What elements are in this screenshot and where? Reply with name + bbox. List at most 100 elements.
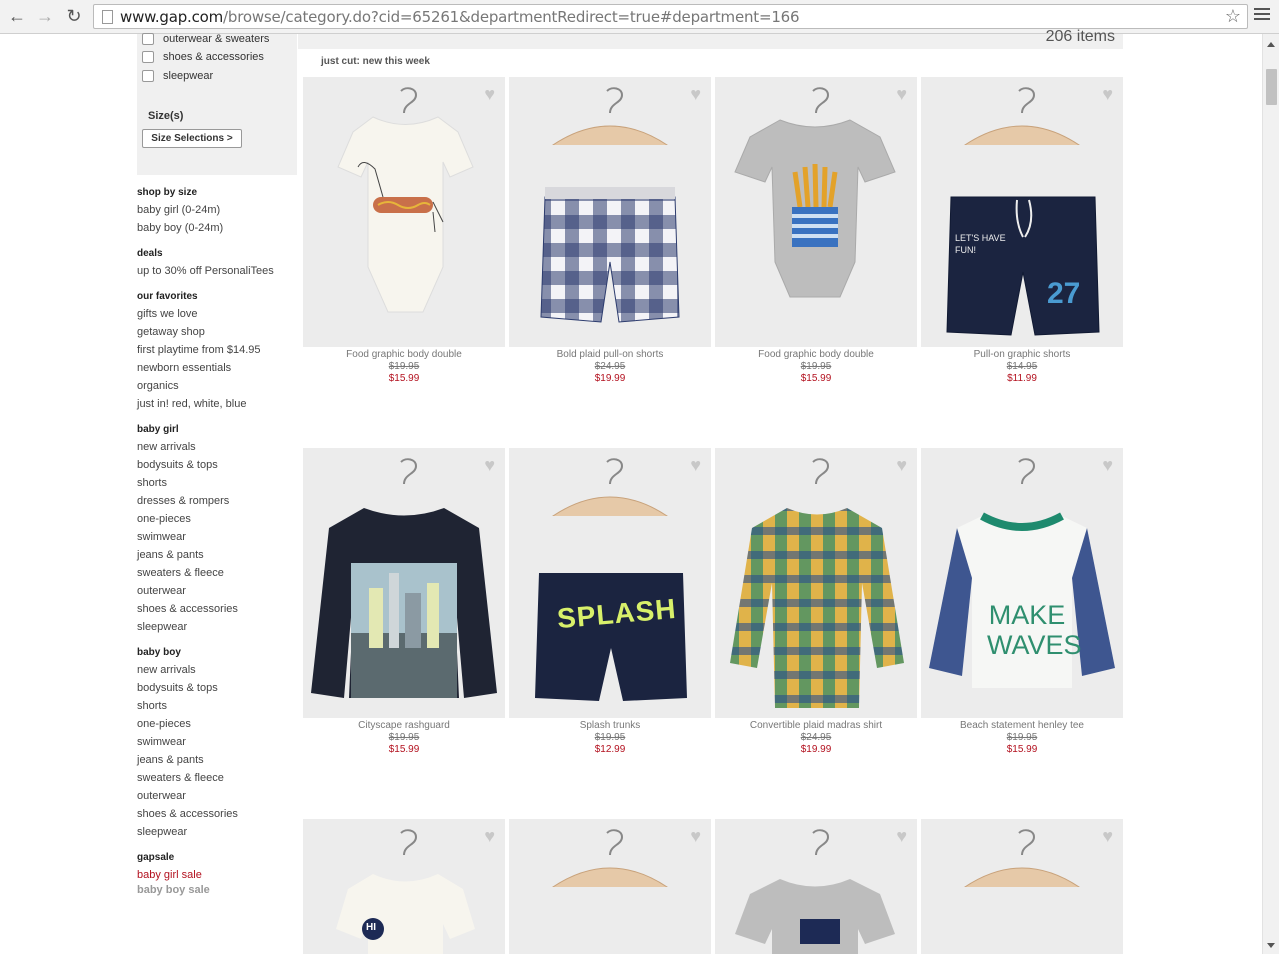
old-price: $24.95 bbox=[594, 361, 626, 372]
link-personalitees[interactable]: up to 30% off PersonaliTees bbox=[137, 265, 274, 277]
hanger-icon bbox=[552, 458, 668, 516]
hanger-icon bbox=[552, 829, 668, 887]
sidebar-link[interactable]: shorts bbox=[137, 477, 167, 489]
checkbox[interactable] bbox=[142, 51, 154, 63]
product-tile[interactable]: HI ♥ bbox=[303, 819, 505, 954]
product-name[interactable]: Pull-on graphic shorts bbox=[921, 349, 1123, 360]
sidebar-link[interactable]: shorts bbox=[137, 700, 167, 712]
back-arrow-icon[interactable]: ← bbox=[6, 5, 28, 27]
graphic-line: MAKE bbox=[988, 600, 1066, 630]
old-price: $24.95 bbox=[800, 732, 832, 743]
rashguard-image bbox=[311, 508, 497, 698]
sidebar-link[interactable]: sweaters & fleece bbox=[137, 567, 224, 579]
sidebar-link[interactable]: sweaters & fleece bbox=[137, 772, 224, 784]
sidebar-link[interactable]: sleepwear bbox=[137, 621, 187, 633]
sidebar-link[interactable]: shoes & accessories bbox=[137, 603, 238, 615]
sidebar-link[interactable]: dresses & rompers bbox=[137, 495, 229, 507]
hanger-icon bbox=[964, 829, 1080, 887]
heart-icon[interactable]: ♥ bbox=[690, 456, 701, 474]
product-tile[interactable]: ♥ bbox=[715, 819, 917, 954]
swim-trunks-image bbox=[535, 573, 687, 701]
product-tile[interactable]: ♥ bbox=[509, 77, 711, 347]
product-tile[interactable]: ♥ bbox=[303, 77, 505, 347]
old-price: $14.95 bbox=[1006, 361, 1038, 372]
scroll-thumb[interactable] bbox=[1266, 69, 1277, 105]
sidebar-link[interactable]: just in! red, white, blue bbox=[137, 398, 246, 410]
sale-price: $15.99 bbox=[1006, 744, 1038, 755]
sidebar-link[interactable]: newborn essentials bbox=[137, 362, 231, 374]
product-tile[interactable]: ♥ bbox=[715, 448, 917, 718]
sidebar-link[interactable]: sleepwear bbox=[137, 826, 187, 838]
scroll-down-icon[interactable] bbox=[1267, 943, 1275, 948]
sidebar-link[interactable]: organics bbox=[137, 380, 179, 392]
link-baby-boy-sale[interactable]: baby boy sale bbox=[137, 884, 210, 896]
sidebar-link[interactable]: shoes & accessories bbox=[137, 808, 238, 820]
items-count: 206 items bbox=[1045, 28, 1115, 45]
gapsale-heading: gapsale bbox=[137, 852, 175, 863]
sidebar-link[interactable]: new arrivals bbox=[137, 441, 196, 453]
heart-icon[interactable]: ♥ bbox=[484, 85, 495, 103]
scroll-up-icon[interactable] bbox=[1267, 42, 1275, 47]
heart-icon[interactable]: ♥ bbox=[690, 827, 701, 845]
sidebar-link[interactable]: jeans & pants bbox=[137, 754, 204, 766]
product-name[interactable]: Bold plaid pull-on shorts bbox=[509, 349, 711, 360]
sidebar-link[interactable]: bodysuits & tops bbox=[137, 459, 218, 471]
checkbox[interactable] bbox=[142, 70, 154, 82]
checkbox[interactable] bbox=[142, 33, 154, 45]
sidebar-link[interactable]: outerwear bbox=[137, 790, 186, 802]
heart-icon[interactable]: ♥ bbox=[690, 85, 701, 103]
product-name[interactable]: Splash trunks bbox=[509, 720, 711, 731]
section-title: just cut: new this week bbox=[321, 56, 430, 67]
sale-price: $15.99 bbox=[800, 373, 832, 384]
sidebar-link[interactable]: swimwear bbox=[137, 531, 186, 543]
hi-graphic-text: HI bbox=[366, 922, 376, 933]
product-tile[interactable]: ♥ bbox=[509, 819, 711, 954]
size-selections-button[interactable]: Size Selections > bbox=[142, 129, 242, 148]
link-baby-boy-size[interactable]: baby boy (0-24m) bbox=[137, 222, 223, 234]
forward-arrow-icon[interactable]: → bbox=[34, 5, 56, 27]
product-name[interactable]: Food graphic body double bbox=[715, 349, 917, 360]
scrollbar[interactable] bbox=[1262, 34, 1279, 954]
heart-icon[interactable]: ♥ bbox=[896, 456, 907, 474]
product-name[interactable]: Convertible plaid madras shirt bbox=[715, 720, 917, 731]
product-tile[interactable]: LET'S HAVE FUN! 27 ♥ bbox=[921, 77, 1123, 347]
baby-girl-heading: baby girl bbox=[137, 424, 179, 435]
sidebar-link[interactable]: one-pieces bbox=[137, 718, 191, 730]
make-waves-graphic: MAKE WAVES bbox=[987, 600, 1082, 660]
heart-icon[interactable]: ♥ bbox=[896, 85, 907, 103]
sidebar-link[interactable]: first playtime from $14.95 bbox=[137, 344, 261, 356]
heart-icon[interactable]: ♥ bbox=[1102, 85, 1113, 103]
link-baby-girl-sale[interactable]: baby girl sale bbox=[137, 869, 202, 881]
product-tile[interactable]: ♥ bbox=[303, 448, 505, 718]
product-name[interactable]: Cityscape rashguard bbox=[303, 720, 505, 731]
heart-icon[interactable]: ♥ bbox=[1102, 456, 1113, 474]
sale-price: $15.99 bbox=[388, 744, 420, 755]
hanger-icon bbox=[964, 87, 1080, 145]
product-tile[interactable]: MAKE WAVES ♥ bbox=[921, 448, 1123, 718]
sidebar-link[interactable]: swimwear bbox=[137, 736, 186, 748]
sidebar-link[interactable]: one-pieces bbox=[137, 513, 191, 525]
sidebar-link[interactable]: bodysuits & tops bbox=[137, 682, 218, 694]
product-tile[interactable]: ♥ bbox=[715, 77, 917, 347]
sidebar-link[interactable]: getaway shop bbox=[137, 326, 205, 338]
graphic-line: WAVES bbox=[987, 630, 1082, 660]
sidebar-link[interactable]: new arrivals bbox=[137, 664, 196, 676]
product-tile[interactable]: SPLASH ♥ bbox=[509, 448, 711, 718]
product-tile[interactable]: ♥ bbox=[921, 819, 1123, 954]
old-price: $19.95 bbox=[594, 732, 626, 743]
address-bar[interactable]: www.gap.com/browse/category.do?cid=65261… bbox=[93, 4, 1248, 29]
heart-icon[interactable]: ♥ bbox=[1102, 827, 1113, 845]
star-icon[interactable]: ☆ bbox=[1225, 6, 1241, 27]
sidebar-link[interactable]: jeans & pants bbox=[137, 549, 204, 561]
heart-icon[interactable]: ♥ bbox=[484, 827, 495, 845]
reload-icon[interactable]: ↻ bbox=[63, 5, 85, 27]
sidebar-link[interactable]: outerwear bbox=[137, 585, 186, 597]
menu-icon[interactable] bbox=[1254, 8, 1270, 23]
product-name[interactable]: Food graphic body double bbox=[303, 349, 505, 360]
heart-icon[interactable]: ♥ bbox=[484, 456, 495, 474]
product-name[interactable]: Beach statement henley tee bbox=[921, 720, 1123, 731]
sidebar-link[interactable]: gifts we love bbox=[137, 308, 198, 320]
link-baby-girl-size[interactable]: baby girl (0-24m) bbox=[137, 204, 220, 216]
heart-icon[interactable]: ♥ bbox=[896, 827, 907, 845]
bodysuit-image bbox=[337, 116, 474, 313]
